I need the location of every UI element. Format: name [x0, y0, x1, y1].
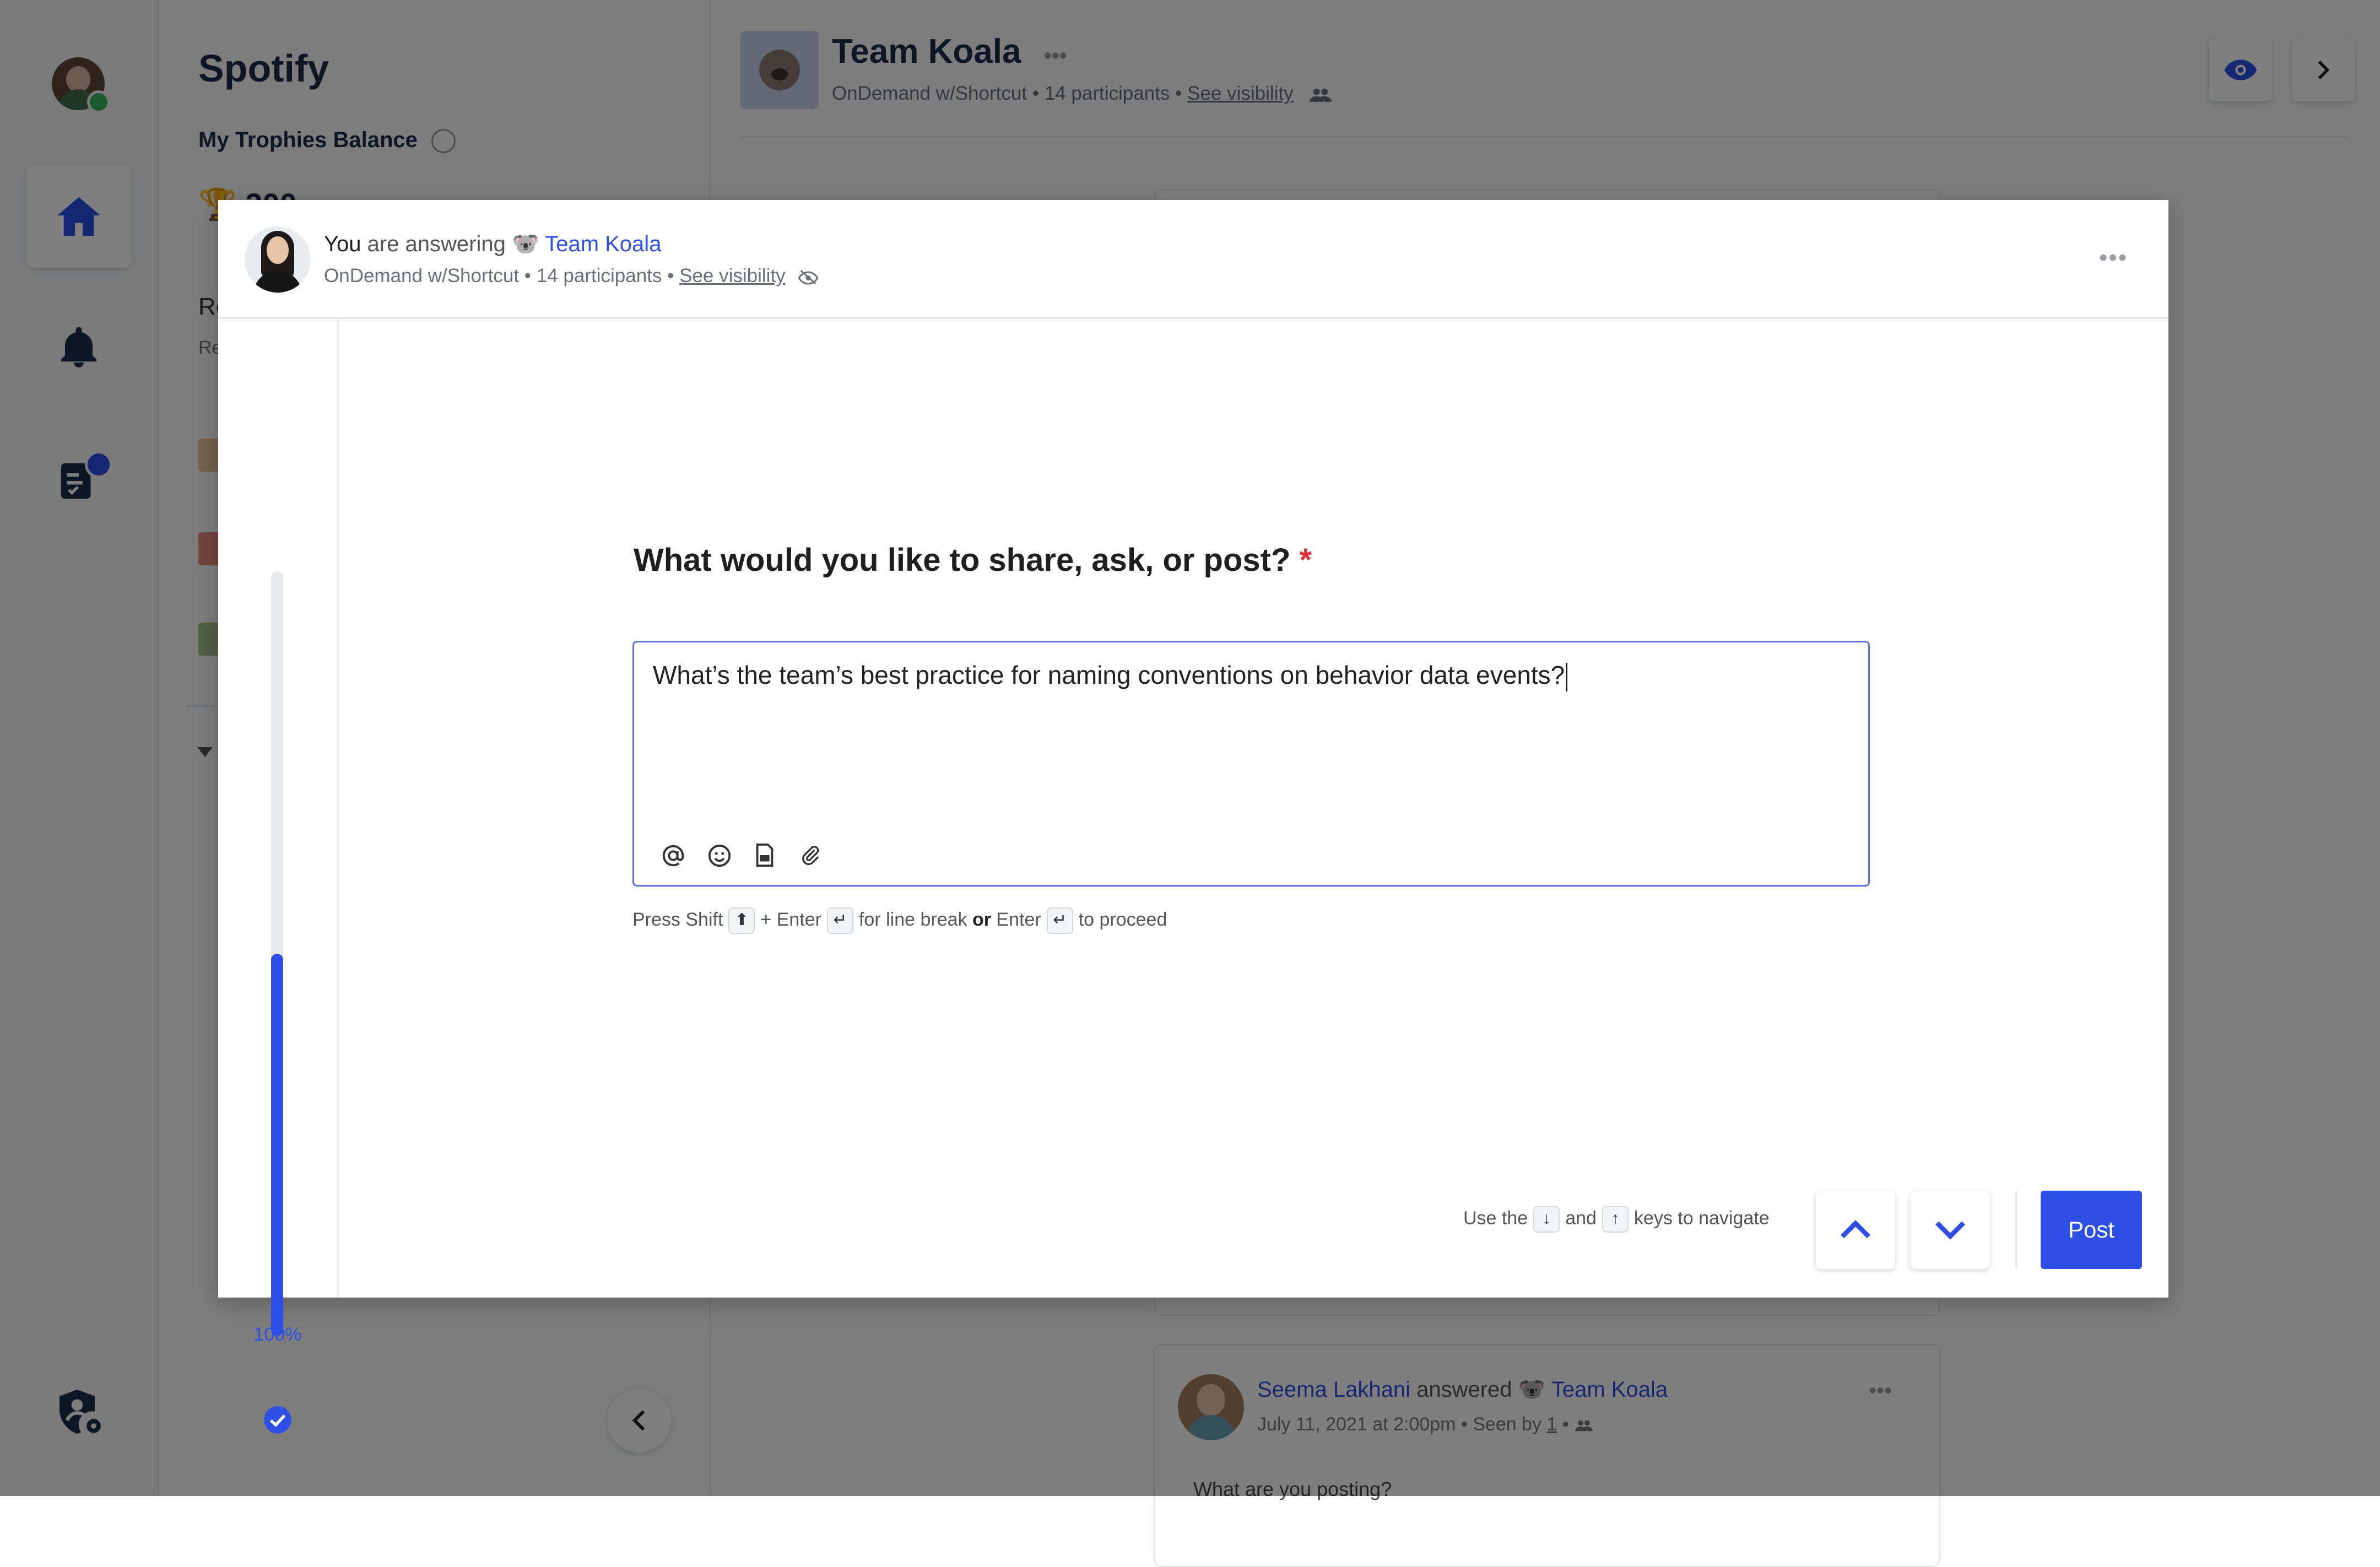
enter-key-icon: ↵	[826, 907, 853, 934]
hint-press: Press Shift	[632, 909, 723, 930]
keyboard-hint: Press Shift ⬆ + Enter ↵ for line break or En…	[632, 907, 1167, 934]
meta-participants: 14 participants	[536, 265, 662, 287]
footer-divider	[2015, 1191, 2017, 1269]
navigation-hint: Use the ↓ and ↑ keys to navigate	[1463, 1206, 1770, 1233]
next-question-button[interactable]	[1911, 1191, 1990, 1269]
progress-label: 100%	[253, 1324, 302, 1345]
modal-team-link[interactable]: Team Koala	[545, 232, 661, 256]
koala-icon: 🐨	[512, 232, 539, 256]
required-mark: *	[1299, 542, 1312, 578]
responder-avatar	[245, 226, 311, 293]
nav-hint-keys: keys to navigate	[1633, 1207, 1770, 1229]
post-button[interactable]: Post	[2041, 1191, 2142, 1269]
hint-enter: Enter	[996, 909, 1041, 930]
mention-icon[interactable]	[661, 843, 686, 868]
answer-textarea[interactable]: What’s the team’s best practice for nami…	[632, 641, 1870, 887]
enter-key-icon: ↵	[1046, 907, 1073, 934]
chevron-up-icon	[1838, 1217, 1873, 1241]
nav-hint-and: and	[1565, 1207, 1597, 1229]
answer-modal: You are answering 🐨 Team Koala OnDemand …	[218, 200, 2168, 1434]
answering-label: are answering	[367, 232, 506, 256]
progress-fill	[271, 954, 283, 1336]
you-label: You	[324, 232, 361, 256]
answer-value: What’s the team’s best practice for nami…	[653, 661, 1565, 689]
modal-meta: OnDemand w/Shortcut • 14 participants • …	[324, 265, 819, 287]
check-icon	[263, 1405, 293, 1435]
question-heading: What would you like to share, ask, or po…	[634, 542, 1312, 579]
emoji-icon[interactable]	[707, 843, 732, 868]
eye-off-icon	[798, 269, 819, 285]
hint-plus-enter: + Enter	[760, 909, 821, 930]
gif-icon[interactable]	[752, 842, 777, 868]
hint-line-break: for line break	[858, 909, 967, 930]
nav-hint-use: Use the	[1463, 1207, 1528, 1229]
modal-more-icon[interactable]: •••	[2099, 244, 2128, 272]
chevron-down-icon	[1933, 1218, 1968, 1242]
hint-or: or	[972, 909, 991, 930]
shift-key-icon: ⬆	[728, 907, 755, 934]
modal-title: You are answering 🐨 Team Koala	[324, 231, 661, 257]
modal-header: You are answering 🐨 Team Koala OnDemand …	[218, 200, 2168, 319]
answer-text: What’s the team’s best practice for nami…	[653, 660, 1568, 691]
arrow-up-key-icon: ↑	[1602, 1206, 1629, 1233]
hint-proceed: to proceed	[1078, 909, 1167, 930]
meta-source: OnDemand w/Shortcut	[324, 265, 520, 287]
progress-track	[271, 571, 283, 1336]
attach-icon[interactable]	[799, 842, 821, 868]
progress-column	[218, 319, 339, 1434]
arrow-down-key-icon: ↓	[1533, 1206, 1560, 1233]
text-caret	[1566, 662, 1568, 691]
previous-question-button[interactable]	[1816, 1191, 1895, 1269]
question-text: What would you like to share, ask, or po…	[634, 542, 1291, 578]
meta-visibility-link[interactable]: See visibility	[679, 265, 786, 287]
